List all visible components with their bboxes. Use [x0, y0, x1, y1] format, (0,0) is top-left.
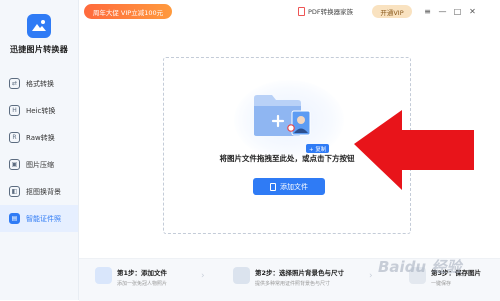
sidebar-item-id-photo[interactable]: ▤ 智能证件照 [0, 205, 78, 232]
minimize-icon[interactable]: — [435, 4, 450, 19]
pdf-family-label: PDF转换器家族 [308, 8, 354, 16]
sidebar-nav: ⇄ 格式转换 H Heic转换 R Raw转换 ▣ 图片压缩 ◧ 抠图换背景 ▤… [0, 70, 78, 232]
heic-icon: H [9, 105, 20, 116]
add-file-button[interactable]: 添加文件 [253, 178, 325, 195]
chevron-right-icon: › [201, 271, 205, 281]
sidebar-item-raw[interactable]: R Raw转换 [0, 124, 78, 151]
sidebar-item-heic[interactable]: H Heic转换 [0, 97, 78, 124]
sidebar-item-label: 格式转换 [26, 79, 54, 88]
app-name: 迅捷图片转换器 [9, 45, 69, 54]
settings-step-icon [233, 267, 250, 284]
sidebar-item-label: Raw转换 [26, 133, 55, 142]
compress-icon: ▣ [9, 159, 20, 170]
sidebar-item-label: 图片压缩 [26, 160, 54, 169]
add-file-step-icon [95, 267, 112, 284]
step-title: 第2步：选择照片背景色与尺寸 [255, 269, 345, 277]
step-title: 第1步：添加文件 [117, 269, 168, 277]
open-vip-button[interactable]: 开通VIP [372, 5, 412, 18]
sidebar: 迅捷图片转换器 ⇄ 格式转换 H Heic转换 R Raw转换 ▣ 图片压缩 ◧… [0, 0, 79, 300]
step-2: 第2步：选择照片背景色与尺寸 提供多种常用证件照背景色与尺寸 [233, 267, 344, 287]
id-photo-icon: ▤ [9, 213, 20, 224]
step-1: 第1步：添加文件 添加一张免冠人物照片 [95, 267, 167, 287]
red-arrow-annotation [354, 110, 474, 190]
sidebar-item-cutout[interactable]: ◧ 抠图换背景 [0, 178, 78, 205]
app-logo-icon [27, 14, 51, 38]
app-window: 迅捷图片转换器 ⇄ 格式转换 H Heic转换 R Raw转换 ▣ 图片压缩 ◧… [0, 0, 500, 301]
step-desc: 添加一张免冠人物照片 [117, 281, 168, 287]
step-desc: 一键保存 [431, 281, 452, 287]
menu-icon[interactable]: ≡ [420, 4, 435, 19]
sidebar-item-label: 抠图换背景 [26, 187, 61, 196]
maximize-icon[interactable]: □ [450, 4, 465, 19]
image-convert-icon: ⇄ [9, 78, 20, 89]
sidebar-item-label: Heic转换 [26, 106, 56, 115]
raw-icon: R [9, 132, 20, 143]
chevron-right-icon: › [369, 271, 373, 281]
window-controls: ≡ — □ ✕ [420, 4, 480, 19]
pdf-family-link[interactable]: PDF转换器家族 [298, 6, 353, 16]
baidu-watermark: Baidu 经验 [378, 258, 462, 276]
folder-add-icon [254, 95, 311, 136]
close-icon[interactable]: ✕ [465, 4, 480, 19]
sidebar-item-format-convert[interactable]: ⇄ 格式转换 [0, 70, 78, 97]
step-desc: 提供多种常用证件照背景色与尺寸 [255, 281, 331, 287]
add-file-icon [270, 182, 276, 191]
cutout-icon: ◧ [9, 186, 20, 197]
pdf-icon [298, 6, 305, 16]
sidebar-item-label: 智能证件照 [26, 214, 61, 223]
promo-banner[interactable]: 周年大促 VIP立减100元 [84, 4, 172, 19]
sidebar-item-compress[interactable]: ▣ 图片压缩 [0, 151, 78, 178]
add-file-label: 添加文件 [280, 182, 308, 191]
drag-copy-tag: + 复制 [306, 144, 330, 153]
